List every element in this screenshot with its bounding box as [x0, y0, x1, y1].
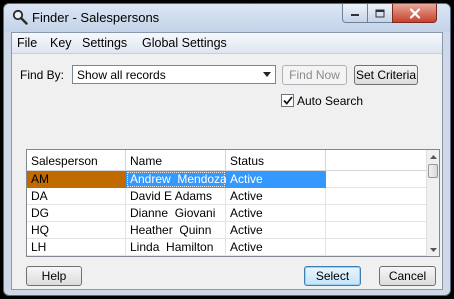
table-row[interactable]: HQ Heather Quinn Active — [27, 222, 427, 239]
menu-bar: File Key Settings Global Settings — [12, 33, 442, 54]
help-button[interactable]: Help — [26, 266, 82, 286]
minimize-button[interactable] — [342, 4, 368, 23]
cell-salesperson: DA — [27, 188, 126, 205]
grid-header: Salesperson Name Status — [27, 150, 427, 171]
find-by-value: Show all records — [77, 68, 166, 82]
auto-search-label[interactable]: Auto Search — [297, 94, 363, 108]
cell-name: Dianne Giovani — [126, 205, 226, 222]
table-row[interactable]: LH Linda Hamilton Active — [27, 239, 427, 256]
scroll-down-icon[interactable] — [427, 243, 439, 256]
scroll-thumb[interactable] — [428, 164, 438, 178]
cancel-button[interactable]: Cancel — [379, 266, 436, 286]
table-row[interactable]: DG Dianne Giovani Active — [27, 205, 427, 222]
select-button[interactable]: Select — [304, 266, 361, 286]
auto-search-checkbox[interactable] — [281, 94, 294, 107]
menu-file[interactable]: File — [17, 36, 37, 50]
find-by-select[interactable]: Show all records — [72, 65, 276, 84]
close-button[interactable] — [392, 4, 437, 23]
dropdown-arrow-icon[interactable] — [259, 66, 275, 83]
cell-salesperson: DG — [27, 205, 126, 222]
menu-global-settings[interactable]: Global Settings — [142, 36, 227, 50]
window-title: Finder - Salespersons — [32, 10, 160, 25]
table-row[interactable]: DA David E Adams Active — [27, 188, 427, 205]
menu-key[interactable]: Key — [50, 36, 72, 50]
find-by-label: Find By: — [20, 68, 65, 82]
cell-salesperson: AM — [27, 171, 126, 188]
cell-status: Active — [226, 239, 326, 256]
client-area: File Key Settings Global Settings Find B… — [11, 32, 443, 290]
find-now-button[interactable]: Find Now — [282, 65, 347, 85]
maximize-button[interactable] — [367, 4, 393, 23]
search-icon — [12, 9, 28, 25]
minimize-icon — [351, 14, 359, 16]
menu-settings[interactable]: Settings — [82, 36, 127, 50]
cell-status: Active — [226, 222, 326, 239]
scroll-up-icon[interactable] — [427, 150, 439, 163]
close-icon — [409, 7, 420, 19]
salesperson-grid[interactable]: Salesperson Name Status AM Andrew Mendoz… — [26, 149, 440, 257]
column-header-name[interactable]: Name — [126, 150, 226, 171]
cell-status: Active — [226, 205, 326, 222]
vertical-scrollbar[interactable] — [426, 150, 439, 256]
finder-window: Finder - Salespersons File Key Settings … — [3, 3, 451, 296]
set-criteria-button[interactable]: Set Criteria — [354, 65, 418, 85]
cell-salesperson: HQ — [27, 222, 126, 239]
cell-name: Andrew Mendoza — [126, 171, 227, 188]
table-row[interactable]: AM Andrew Mendoza Active — [27, 171, 427, 188]
cell-status: Active — [226, 171, 326, 188]
cell-salesperson: LH — [27, 239, 126, 256]
cell-status: Active — [226, 188, 326, 205]
checkmark-icon — [282, 96, 293, 105]
cell-name: David E Adams — [126, 188, 226, 205]
title-bar[interactable]: Finder - Salespersons — [4, 4, 450, 32]
column-header-salesperson[interactable]: Salesperson — [27, 150, 126, 171]
column-header-status[interactable]: Status — [226, 150, 326, 171]
cell-name: Linda Hamilton — [126, 239, 226, 256]
cell-name: Heather Quinn — [126, 222, 226, 239]
maximize-icon — [375, 9, 385, 17]
